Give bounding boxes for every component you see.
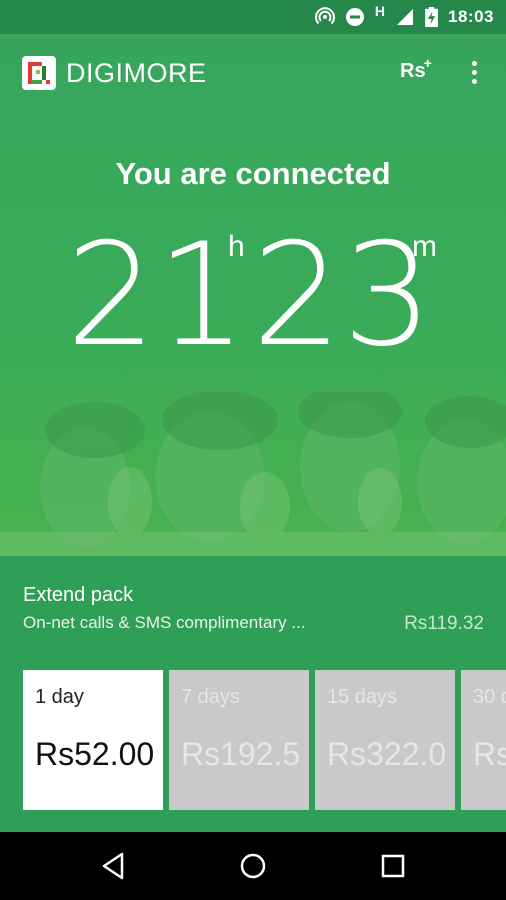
back-icon[interactable] bbox=[98, 850, 130, 882]
hero-section: DIGIMORE Rs+ You are connected 21 h 23 m bbox=[0, 34, 506, 556]
hotspot-icon bbox=[314, 7, 335, 25]
topup-button[interactable]: Rs+ bbox=[400, 55, 434, 83]
pack-option-card[interactable]: 1 day Rs52.00 bbox=[23, 670, 163, 810]
pack-option-price: Rs bbox=[473, 736, 506, 772]
battery-charging-icon bbox=[425, 7, 438, 27]
pack-option-days: 15 days bbox=[327, 686, 398, 708]
topup-label: Rs bbox=[400, 60, 426, 82]
extend-pack-section: Extend pack On-net calls & SMS complimen… bbox=[0, 556, 506, 832]
pack-option-card[interactable]: 7 days Rs192.5 bbox=[169, 670, 309, 810]
extend-pack-title: Extend pack bbox=[23, 584, 134, 606]
topup-plus: + bbox=[423, 55, 432, 71]
people-illustration bbox=[0, 392, 506, 556]
digimore-logo-icon bbox=[22, 56, 56, 90]
pack-options-list: 1 day Rs52.00 7 days Rs192.5 15 days Rs3… bbox=[0, 670, 506, 810]
pack-option-days: 30 d bbox=[473, 686, 506, 708]
pack-option-card[interactable]: 30 d Rs bbox=[461, 670, 506, 810]
timer-hours-unit: h bbox=[228, 230, 245, 263]
signal-icon bbox=[397, 9, 414, 25]
h-network-icon: H bbox=[374, 3, 386, 19]
status-icons: H 18:03 bbox=[314, 3, 494, 27]
app-brand-title: DIGIMORE bbox=[66, 58, 207, 88]
recents-icon[interactable] bbox=[377, 850, 409, 882]
system-nav-bar bbox=[0, 832, 506, 900]
timer-minutes: 23 bbox=[252, 213, 433, 378]
home-icon[interactable] bbox=[237, 850, 269, 882]
extend-pack-price: Rs119.32 bbox=[404, 613, 484, 634]
pack-option-price: Rs52.00 bbox=[35, 736, 155, 772]
extend-pack-description: On-net calls & SMS complimentary ... bbox=[23, 613, 306, 632]
app-bar: DIGIMORE Rs+ bbox=[0, 34, 506, 112]
pack-option-days: 1 day bbox=[35, 686, 84, 708]
pack-option-card[interactable]: 15 days Rs322.0 bbox=[315, 670, 455, 810]
status-time: 18:03 bbox=[448, 7, 494, 26]
connection-status-text: You are connected bbox=[115, 156, 391, 191]
pack-option-days: 7 days bbox=[181, 686, 240, 708]
remaining-time: 21 h 23 m bbox=[0, 216, 506, 384]
pack-option-price: Rs192.5 bbox=[181, 736, 301, 772]
timer-minutes-unit: m bbox=[412, 230, 437, 263]
more-vert-icon[interactable] bbox=[464, 58, 484, 88]
status-bar: H 18:03 bbox=[0, 0, 506, 34]
do-not-disturb-icon bbox=[345, 8, 364, 26]
timer-hours: 21 bbox=[66, 213, 247, 378]
pack-option-price: Rs322.0 bbox=[327, 736, 447, 772]
